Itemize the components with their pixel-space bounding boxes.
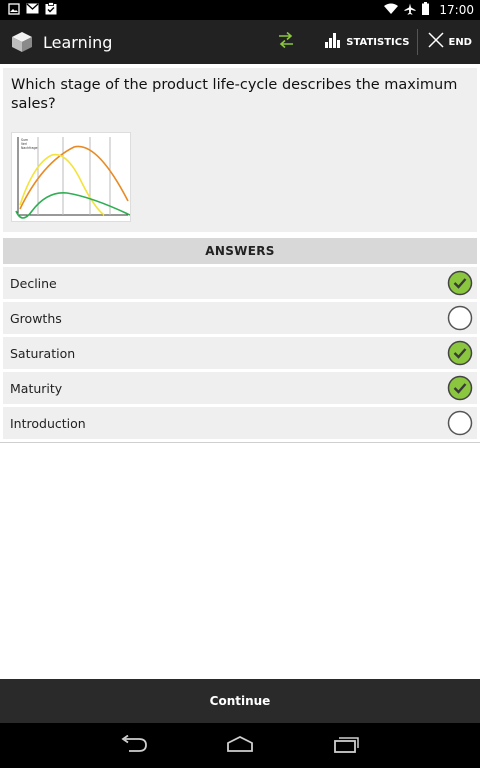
action-bar: Learning STATISTICS END: [0, 20, 480, 64]
end-label: END: [448, 36, 472, 48]
checkmark-selected-icon[interactable]: [447, 270, 473, 296]
question-card: Which stage of the product life-cycle de…: [3, 68, 477, 232]
answers-header: ANSWERS: [3, 238, 477, 264]
answers-list: Decline Growths Saturation Maturity Intr…: [3, 267, 477, 442]
answer-row[interactable]: Saturation: [3, 337, 477, 369]
answer-label: Maturity: [10, 380, 63, 396]
checkbox-empty-icon[interactable]: [447, 410, 473, 436]
answers-divider: [0, 442, 480, 443]
navigation-bar: [0, 723, 480, 768]
back-button[interactable]: [112, 728, 156, 764]
answer-row[interactable]: Growths: [3, 302, 477, 334]
bar-chart-icon: [324, 31, 342, 53]
image-icon: [8, 2, 20, 18]
statistics-button[interactable]: STATISTICS: [324, 20, 417, 64]
statistics-label: STATISTICS: [346, 36, 410, 48]
answer-label: Introduction: [10, 415, 86, 431]
continue-button[interactable]: Continue: [0, 679, 480, 723]
checkmark-selected-icon[interactable]: [447, 340, 473, 366]
question-text: Which stage of the product life-cycle de…: [11, 77, 458, 112]
status-system: 17:00: [384, 2, 474, 18]
end-button[interactable]: END: [426, 20, 480, 64]
answer-row[interactable]: Maturity: [3, 372, 477, 404]
swap-button[interactable]: [264, 20, 308, 64]
answer-row[interactable]: Decline: [3, 267, 477, 299]
home-button[interactable]: [218, 728, 262, 764]
answer-label: Saturation: [10, 345, 76, 361]
answer-label: Decline: [10, 275, 57, 291]
question-image[interactable]: Sum Verl Nachfrage: [11, 132, 131, 222]
battery-icon: [422, 2, 430, 18]
clock: 17:00: [439, 3, 474, 17]
app-title: Learning: [43, 32, 113, 52]
chart-legend-line-3: Nachfrage: [21, 146, 38, 150]
swap-arrows-icon: [277, 31, 295, 53]
answer-row[interactable]: Introduction: [3, 407, 477, 439]
recents-icon: [332, 735, 360, 757]
home-icon: [225, 735, 255, 757]
checkmark-selected-icon[interactable]: [447, 375, 473, 401]
close-icon: [428, 32, 445, 52]
status-bar: 17:00: [0, 0, 480, 20]
action-bar-divider: [417, 29, 419, 55]
back-icon: [119, 734, 149, 757]
mail-icon: [26, 3, 39, 17]
airplane-icon: [404, 3, 416, 18]
recents-button[interactable]: [324, 728, 368, 764]
task-icon: [45, 2, 57, 18]
app-logo-icon[interactable]: [10, 29, 36, 55]
status-notifications: [8, 2, 57, 18]
answer-label: Growths: [10, 310, 62, 326]
checkbox-empty-icon[interactable]: [447, 305, 473, 331]
wifi-icon: [384, 3, 399, 17]
